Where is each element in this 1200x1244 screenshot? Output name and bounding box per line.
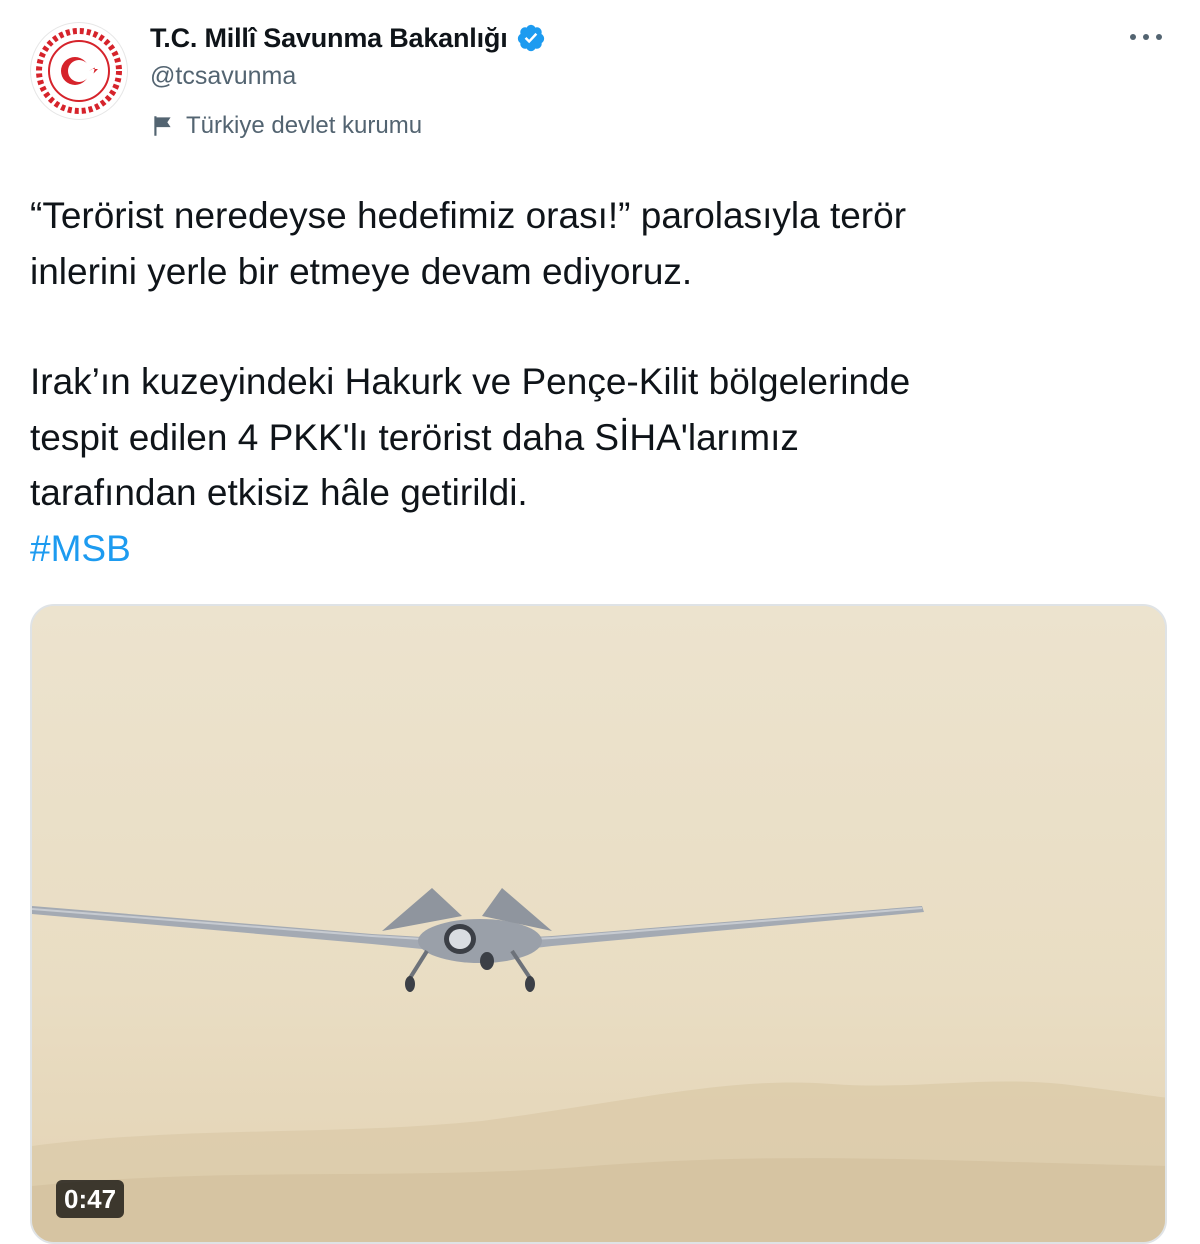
tweet-card: T.C. Millî Savunma Bakanlığı @tcsavunma … — [0, 0, 1200, 1244]
tweet-line: “Terörist neredeyse hedefimiz orası!” pa… — [30, 195, 907, 236]
handle[interactable]: @tcsavunma — [150, 62, 296, 91]
tweet-line: tarafından etkisiz hâle getirildi. — [30, 472, 528, 513]
tweet-text: “Terörist neredeyse hedefimiz orası!” pa… — [30, 188, 1170, 576]
video-duration-badge: 0:47 — [56, 1180, 125, 1218]
account-label-text: Türkiye devlet kurumu — [186, 112, 423, 139]
display-name-row: T.C. Millî Savunma Bakanlığı — [150, 20, 546, 56]
tweet-line: tespit edilen 4 PKK'lı terörist daha SİH… — [30, 416, 799, 458]
tweet-line: Irak’ın kuzeyindeki Hakurk ve Pençe-Kili… — [30, 361, 911, 402]
avatar[interactable] — [30, 22, 128, 120]
hashtag-link[interactable]: #MSB — [30, 528, 131, 569]
verified-badge-icon — [517, 24, 544, 52]
video-player[interactable]: 0:47 — [30, 604, 1167, 1244]
display-name[interactable]: T.C. Millî Savunma Bakanlığı — [150, 23, 508, 54]
msb-emblem-icon — [36, 28, 122, 114]
video-thumbnail — [32, 606, 1165, 1242]
more-options-icon — [1130, 34, 1162, 40]
more-options-button[interactable] — [1126, 22, 1166, 52]
tweet-line: inlerini yerle bir etmeye devam ediyoruz… — [30, 250, 693, 292]
flag-icon — [154, 116, 171, 136]
account-label: Türkiye devlet kurumu — [150, 110, 422, 142]
